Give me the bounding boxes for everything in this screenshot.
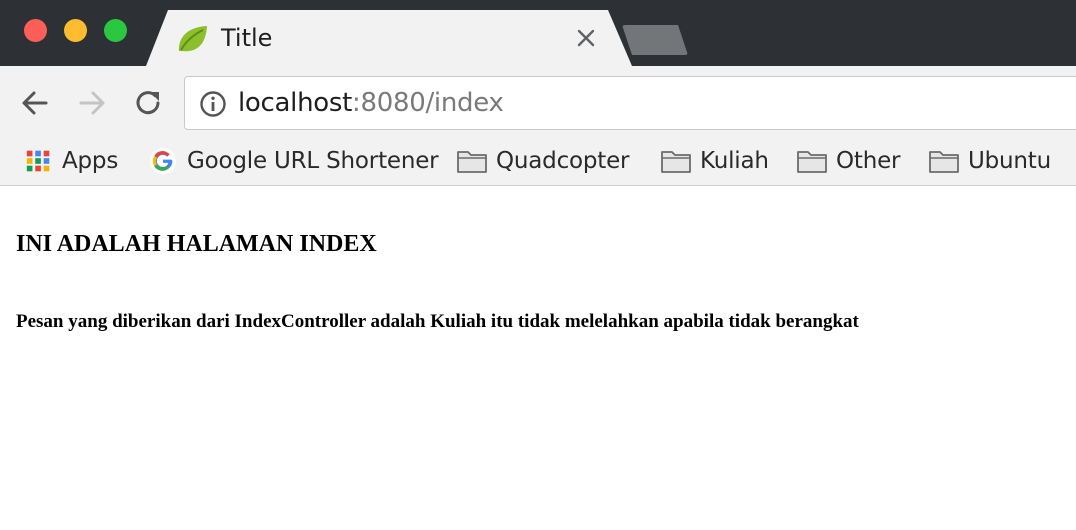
bookmark-label: Quadcopter: [496, 148, 630, 174]
bookmark-label: Kuliah: [700, 148, 769, 174]
folder-icon: [661, 151, 691, 173]
folder-icon: [457, 151, 487, 173]
window-maximize-button[interactable]: [104, 19, 127, 42]
url-path: :8080/index: [352, 88, 504, 118]
window-titlebar: Title: [0, 0, 1076, 66]
back-arrow-icon[interactable]: [18, 86, 52, 120]
bookmark-label: Ubuntu: [968, 148, 1051, 174]
url-text: localhost:8080/index: [238, 88, 504, 118]
bookmark-apps[interactable]: Apps: [24, 144, 134, 178]
browser-tab[interactable]: Title: [146, 10, 632, 66]
bookmark-label: Apps: [62, 148, 119, 174]
folder-icon: [797, 151, 827, 173]
forward-arrow-icon[interactable]: [75, 86, 109, 120]
reload-icon[interactable]: [131, 86, 165, 120]
close-icon[interactable]: [574, 26, 598, 50]
address-bar[interactable]: localhost:8080/index: [184, 76, 1076, 130]
bookmark-folder-quadcopter[interactable]: Quadcopter: [456, 144, 646, 178]
bookmark-folder-other[interactable]: Other: [796, 144, 914, 178]
page-heading: INI ADALAH HALAMAN INDEX: [16, 231, 377, 257]
spring-leaf-icon: [178, 26, 207, 52]
page-message: Pesan yang diberikan dari IndexControlle…: [16, 311, 859, 332]
tab-title: Title: [221, 24, 273, 52]
info-icon[interactable]: [199, 90, 227, 118]
bookmark-folder-kuliah[interactable]: Kuliah: [660, 144, 782, 178]
bookmarks-bar: Apps Google URL Shortener Quadcopter Kul…: [0, 140, 1076, 186]
apps-grid-icon: [26, 150, 50, 172]
page-content: INI ADALAH HALAMAN INDEX Pesan yang dibe…: [0, 187, 1076, 530]
bookmark-label: Google URL Shortener: [187, 148, 439, 174]
folder-icon: [929, 151, 959, 173]
window-close-button[interactable]: [24, 19, 47, 42]
google-icon: [149, 147, 177, 175]
new-tab-button[interactable]: [622, 25, 688, 55]
bookmark-label: Other: [836, 148, 901, 174]
bookmark-folder-ubuntu[interactable]: Ubuntu: [928, 144, 1068, 178]
url-host: localhost: [238, 88, 353, 118]
window-minimize-button[interactable]: [64, 19, 87, 42]
bookmark-google-url-shortener[interactable]: Google URL Shortener: [149, 144, 441, 178]
browser-toolbar: localhost:8080/index: [0, 66, 1076, 140]
